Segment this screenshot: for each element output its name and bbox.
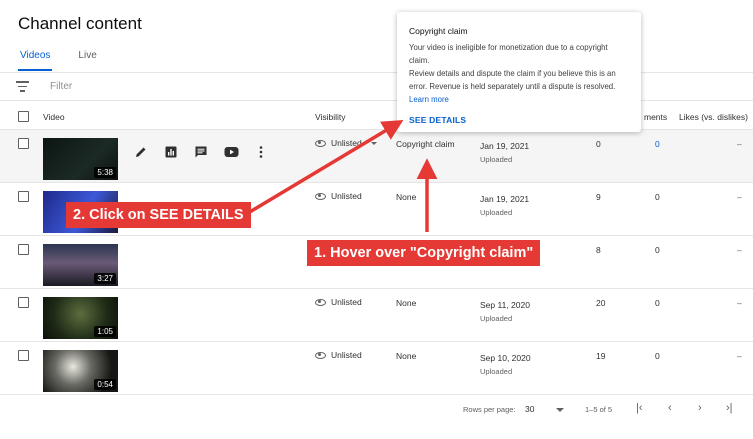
likes-cell: –: [737, 351, 742, 361]
last-page-icon[interactable]: ›|: [726, 402, 733, 414]
analytics-icon[interactable]: [163, 145, 179, 159]
eye-icon: [315, 351, 326, 359]
restrictions-cell[interactable]: Copyright claim: [396, 139, 455, 149]
eye-icon: [315, 298, 326, 306]
views-cell: 8: [596, 245, 601, 255]
see-details-button[interactable]: SEE DETAILS: [409, 114, 629, 127]
tooltip-line-1: Your video is ineligible for monetizatio…: [409, 43, 608, 65]
date-value: Jan 19, 2021: [480, 141, 530, 151]
row-actions: [133, 145, 269, 159]
eye-icon: [315, 139, 326, 147]
comments-cell: 0: [655, 351, 660, 361]
visibility-label: Unlisted: [331, 350, 362, 360]
visibility-dropdown[interactable]: Unlisted: [315, 138, 377, 148]
video-thumbnail[interactable]: 5:38: [43, 138, 118, 180]
date-cell: Jan 19, 2021 Uploaded: [480, 139, 529, 167]
comments-cell: 0: [655, 192, 660, 202]
comments-cell: 0: [655, 245, 660, 255]
likes-cell: –: [737, 245, 742, 255]
date-status: Uploaded: [480, 208, 513, 217]
copyright-claim-tooltip: Copyright claim Your video is ineligible…: [397, 12, 641, 132]
visibility-status: Unlisted: [315, 191, 362, 201]
eye-icon: [315, 192, 326, 200]
date-value: Jan 19, 2021: [480, 194, 530, 204]
column-comments[interactable]: ments: [644, 112, 667, 122]
tooltip-line-2: Review details and dispute the claim if …: [409, 69, 616, 91]
views-cell: 0: [596, 139, 601, 149]
date-cell: Sep 11, 2020 Uploaded: [480, 298, 530, 326]
video-duration: 3:27: [94, 273, 116, 284]
video-duration: 0:54: [94, 379, 116, 390]
pagination-bar: Rows per page: 30 1–5 of 5 |‹ ‹ › ›|: [0, 396, 753, 424]
restrictions-cell: None: [396, 351, 417, 361]
comments-cell[interactable]: 0: [655, 139, 660, 149]
video-thumbnail[interactable]: 3:27: [43, 244, 118, 286]
more-icon[interactable]: [253, 145, 269, 159]
filter-icon[interactable]: [16, 81, 29, 92]
date-value: Sep 11, 2020: [480, 300, 530, 310]
edit-icon[interactable]: [133, 145, 149, 159]
video-duration: 5:38: [94, 167, 116, 178]
date-status: Uploaded: [480, 367, 513, 376]
next-page-icon[interactable]: ›: [698, 402, 702, 414]
row-checkbox[interactable]: [18, 297, 29, 308]
tab-live[interactable]: Live: [78, 50, 96, 71]
youtube-icon[interactable]: [223, 145, 239, 159]
first-page-icon[interactable]: |‹: [636, 402, 643, 414]
callout-step-2: 2. Click on SEE DETAILS: [66, 202, 251, 228]
tab-bar: Videos Live: [18, 50, 123, 71]
page-range: 1–5 of 5: [585, 405, 613, 414]
row-checkbox[interactable]: [18, 350, 29, 361]
select-all-checkbox[interactable]: [18, 111, 29, 122]
likes-cell: –: [737, 139, 742, 149]
callout-step-1: 1. Hover over "Copyright claim": [307, 240, 541, 266]
visibility-label: Unlisted: [331, 138, 362, 148]
row-checkbox[interactable]: [18, 244, 29, 255]
restrictions-cell: None: [396, 298, 417, 308]
column-likes[interactable]: Likes (vs. dislikes): [679, 112, 748, 122]
views-cell: 20: [596, 298, 606, 308]
chevron-down-icon[interactable]: [556, 408, 564, 412]
visibility-status: Unlisted: [315, 350, 362, 360]
table-row[interactable]: 0:54 Unlisted None Sep 10, 2020 Uploaded…: [0, 342, 753, 395]
video-thumbnail[interactable]: 1:05: [43, 297, 118, 339]
views-cell: 9: [596, 192, 601, 202]
visibility-label: Unlisted: [331, 297, 362, 307]
restrictions-cell: None: [396, 192, 417, 202]
page-title: Channel content: [18, 14, 142, 33]
prev-page-icon[interactable]: ‹: [668, 402, 672, 414]
table-row[interactable]: 1:05 Unlisted None Sep 11, 2020 Uploaded…: [0, 289, 753, 342]
rows-per-page-select[interactable]: 30: [525, 404, 534, 414]
views-cell: 19: [596, 351, 606, 361]
date-value: Sep 10, 2020: [480, 353, 531, 363]
comments-cell: 0: [655, 298, 660, 308]
filter-input[interactable]: Filter: [50, 81, 72, 92]
date-cell: Sep 10, 2020 Uploaded: [480, 351, 531, 379]
likes-cell: –: [737, 298, 742, 308]
date-status: Uploaded: [480, 314, 513, 323]
learn-more-link[interactable]: Learn more: [409, 93, 629, 106]
rows-per-page-label: Rows per page:: [463, 405, 516, 414]
tooltip-title: Copyright claim: [409, 26, 468, 36]
table-row[interactable]: 5:38 Unlisted Copyright claim Jan 19, 20…: [0, 130, 753, 183]
row-checkbox[interactable]: [18, 138, 29, 149]
video-duration: 1:05: [94, 326, 116, 337]
likes-cell: –: [737, 192, 742, 202]
visibility-status: Unlisted: [315, 297, 362, 307]
column-video[interactable]: Video: [43, 112, 65, 122]
date-status: Uploaded: [480, 155, 513, 164]
row-checkbox[interactable]: [18, 191, 29, 202]
comments-icon[interactable]: [193, 145, 209, 159]
tab-videos[interactable]: Videos: [18, 50, 53, 71]
chevron-down-icon: [370, 141, 377, 145]
video-thumbnail[interactable]: 0:54: [43, 350, 118, 392]
visibility-label: Unlisted: [331, 191, 362, 201]
date-cell: Jan 19, 2021 Uploaded: [480, 192, 529, 220]
column-visibility[interactable]: Visibility: [315, 112, 346, 122]
